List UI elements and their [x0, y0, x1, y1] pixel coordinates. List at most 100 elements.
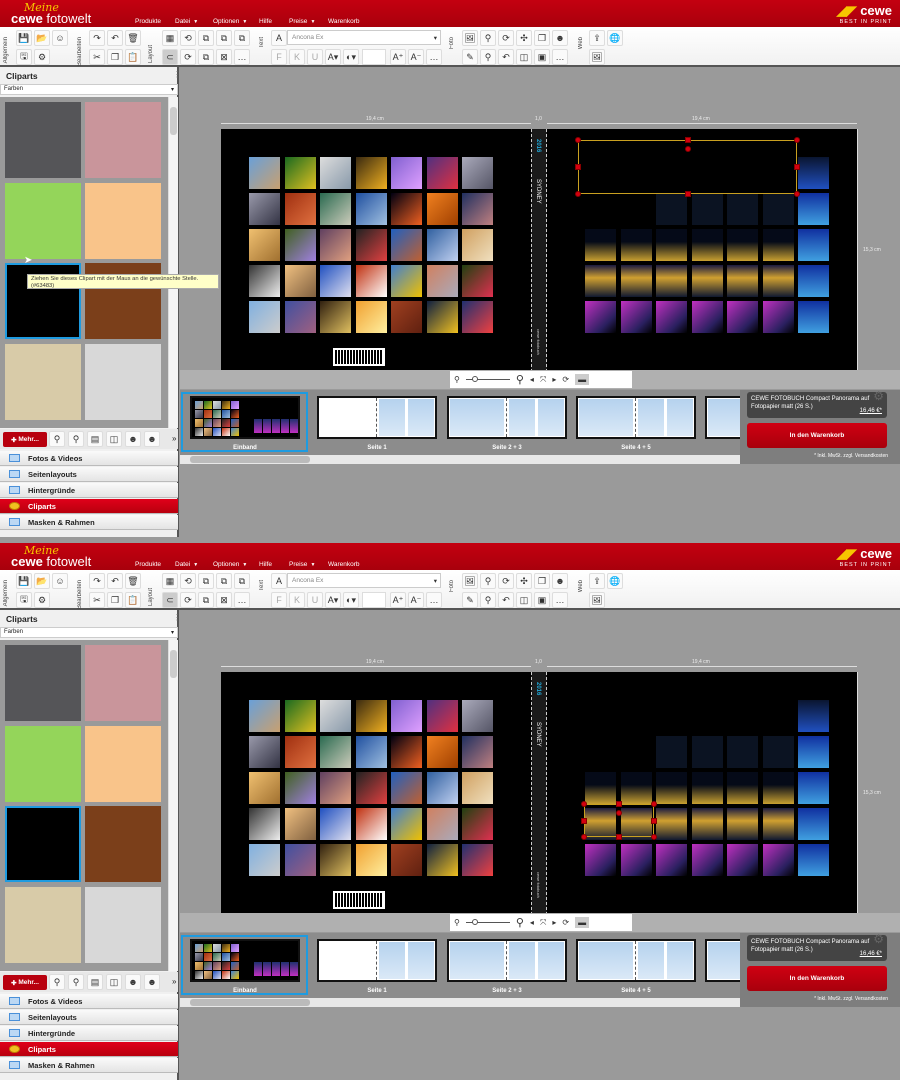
photo[interactable]	[762, 844, 794, 876]
layer-up-icon[interactable]: ⧉	[216, 30, 232, 46]
photo-edit-pen-icon[interactable]: ✎	[462, 592, 478, 608]
photo-layer-icon[interactable]: ❐	[534, 30, 550, 46]
resize-handle[interactable]	[616, 834, 622, 840]
clipart-swatch[interactable]	[85, 887, 161, 963]
resize-handle[interactable]	[581, 817, 587, 824]
photo-undo-icon[interactable]: ↶	[498, 592, 514, 608]
photo[interactable]	[426, 301, 458, 333]
photo[interactable]	[355, 772, 387, 804]
rotate-icon[interactable]: ⟲	[180, 30, 196, 46]
photo[interactable]	[320, 193, 351, 225]
photo[interactable]	[798, 700, 829, 732]
photo[interactable]	[762, 193, 794, 225]
photo[interactable]	[391, 772, 422, 804]
photo[interactable]	[727, 736, 758, 768]
photo[interactable]	[249, 229, 280, 261]
clipart-swatch[interactable]	[5, 806, 81, 882]
photo[interactable]	[355, 157, 387, 189]
more-layout-icon[interactable]: …	[234, 592, 250, 608]
highlight-icon[interactable]: ◐▾	[343, 49, 359, 65]
photo[interactable]	[391, 265, 422, 297]
resize-handle[interactable]	[794, 164, 800, 170]
photo[interactable]	[391, 736, 422, 768]
more-button[interactable]: ✚ Mehr...	[3, 432, 47, 447]
remove-layer-icon[interactable]: ⊠	[216, 49, 232, 65]
more-layout-icon[interactable]: …	[234, 49, 250, 65]
thumbnail-page[interactable]	[576, 939, 696, 982]
resize-handle[interactable]	[575, 137, 581, 143]
photo[interactable]	[585, 229, 616, 261]
save-as-icon[interactable]: 🖫	[16, 592, 32, 608]
photo[interactable]	[656, 301, 687, 333]
photo[interactable]	[355, 736, 387, 768]
smiley-icon[interactable]: ☻	[552, 30, 568, 46]
photo[interactable]	[391, 301, 422, 333]
photo[interactable]	[426, 265, 458, 297]
photo-layer-icon[interactable]: ❐	[534, 573, 550, 589]
photo[interactable]	[284, 193, 316, 225]
font-smaller-icon[interactable]: A⁻	[408, 592, 424, 608]
settings-icon[interactable]: ⚙	[34, 49, 50, 65]
copy-icon[interactable]: ❐	[107, 592, 123, 608]
open-project-icon[interactable]: 📂	[34, 573, 50, 589]
photo[interactable]	[284, 301, 316, 333]
resize-handle[interactable]	[651, 801, 657, 807]
photo[interactable]	[320, 700, 351, 732]
photo[interactable]	[320, 808, 351, 840]
photo[interactable]	[249, 700, 280, 732]
photo[interactable]	[656, 736, 687, 768]
save-icon[interactable]: 💾	[16, 573, 32, 589]
italic-button[interactable]: K	[289, 49, 305, 65]
zoom-in-icon[interactable]: ⚲	[516, 373, 524, 386]
prev-page-icon[interactable]: ◂	[530, 375, 534, 384]
photo[interactable]	[355, 265, 387, 297]
web-upload-icon[interactable]: ⇪	[589, 573, 605, 589]
selected-clipart-frame[interactable]	[575, 137, 800, 197]
person-red-icon[interactable]: ☻	[144, 974, 160, 990]
photo[interactable]	[727, 229, 758, 261]
clipart-swatch[interactable]	[5, 102, 81, 178]
split-icon[interactable]: ◫	[516, 592, 532, 608]
menu-2[interactable]: Optionen ▼	[213, 561, 247, 568]
back-cover[interactable]	[221, 129, 531, 372]
resize-handle[interactable]	[581, 834, 587, 840]
photo[interactable]	[585, 265, 616, 297]
menu-1[interactable]: Datei ▼	[175, 18, 198, 25]
resize-handle[interactable]	[794, 191, 800, 197]
photo[interactable]	[727, 301, 758, 333]
spread-view-icon[interactable]: ▬	[575, 917, 590, 928]
filmstrip-scrollbar[interactable]	[180, 455, 740, 464]
photo[interactable]	[320, 844, 351, 876]
resize-handle[interactable]	[651, 817, 657, 824]
split-icon[interactable]: ◫	[516, 49, 532, 65]
nav-item-0[interactable]: Fotos & Videos	[0, 451, 178, 466]
front-cover[interactable]	[547, 129, 857, 372]
clipart-swatch[interactable]	[5, 887, 81, 963]
highlight-icon[interactable]: ◐▾	[343, 592, 359, 608]
clipart-swatch[interactable]	[85, 102, 161, 178]
photo-edit-icon[interactable]: ⚲	[480, 30, 496, 46]
clipart-swatch[interactable]	[85, 183, 161, 259]
underline-button[interactable]: U	[307, 592, 323, 608]
photo[interactable]	[391, 700, 422, 732]
search-small-icon[interactable]: ⚲	[49, 974, 65, 990]
photo[interactable]	[426, 808, 458, 840]
photo[interactable]	[249, 265, 280, 297]
delete-icon[interactable]: 🗑	[125, 30, 141, 46]
photo[interactable]	[462, 229, 493, 261]
font-select[interactable]: Ancona Ex ▾	[287, 573, 441, 588]
photo[interactable]	[691, 808, 723, 840]
photo[interactable]	[426, 229, 458, 261]
photo[interactable]	[656, 844, 687, 876]
photo[interactable]	[284, 736, 316, 768]
photo[interactable]	[727, 808, 758, 840]
photo[interactable]	[727, 265, 758, 297]
nav-item-1[interactable]: Seitenlayouts	[0, 467, 178, 482]
page-icon[interactable]: ▤	[87, 431, 103, 447]
photo[interactable]	[462, 301, 493, 333]
scrollbar-thumb[interactable]	[170, 107, 177, 135]
globe-icon[interactable]: 🌐	[607, 573, 623, 589]
web-photo-icon[interactable]: 🖼	[589, 49, 605, 65]
selected-clipart-frame[interactable]	[581, 801, 657, 840]
photo[interactable]	[320, 157, 351, 189]
